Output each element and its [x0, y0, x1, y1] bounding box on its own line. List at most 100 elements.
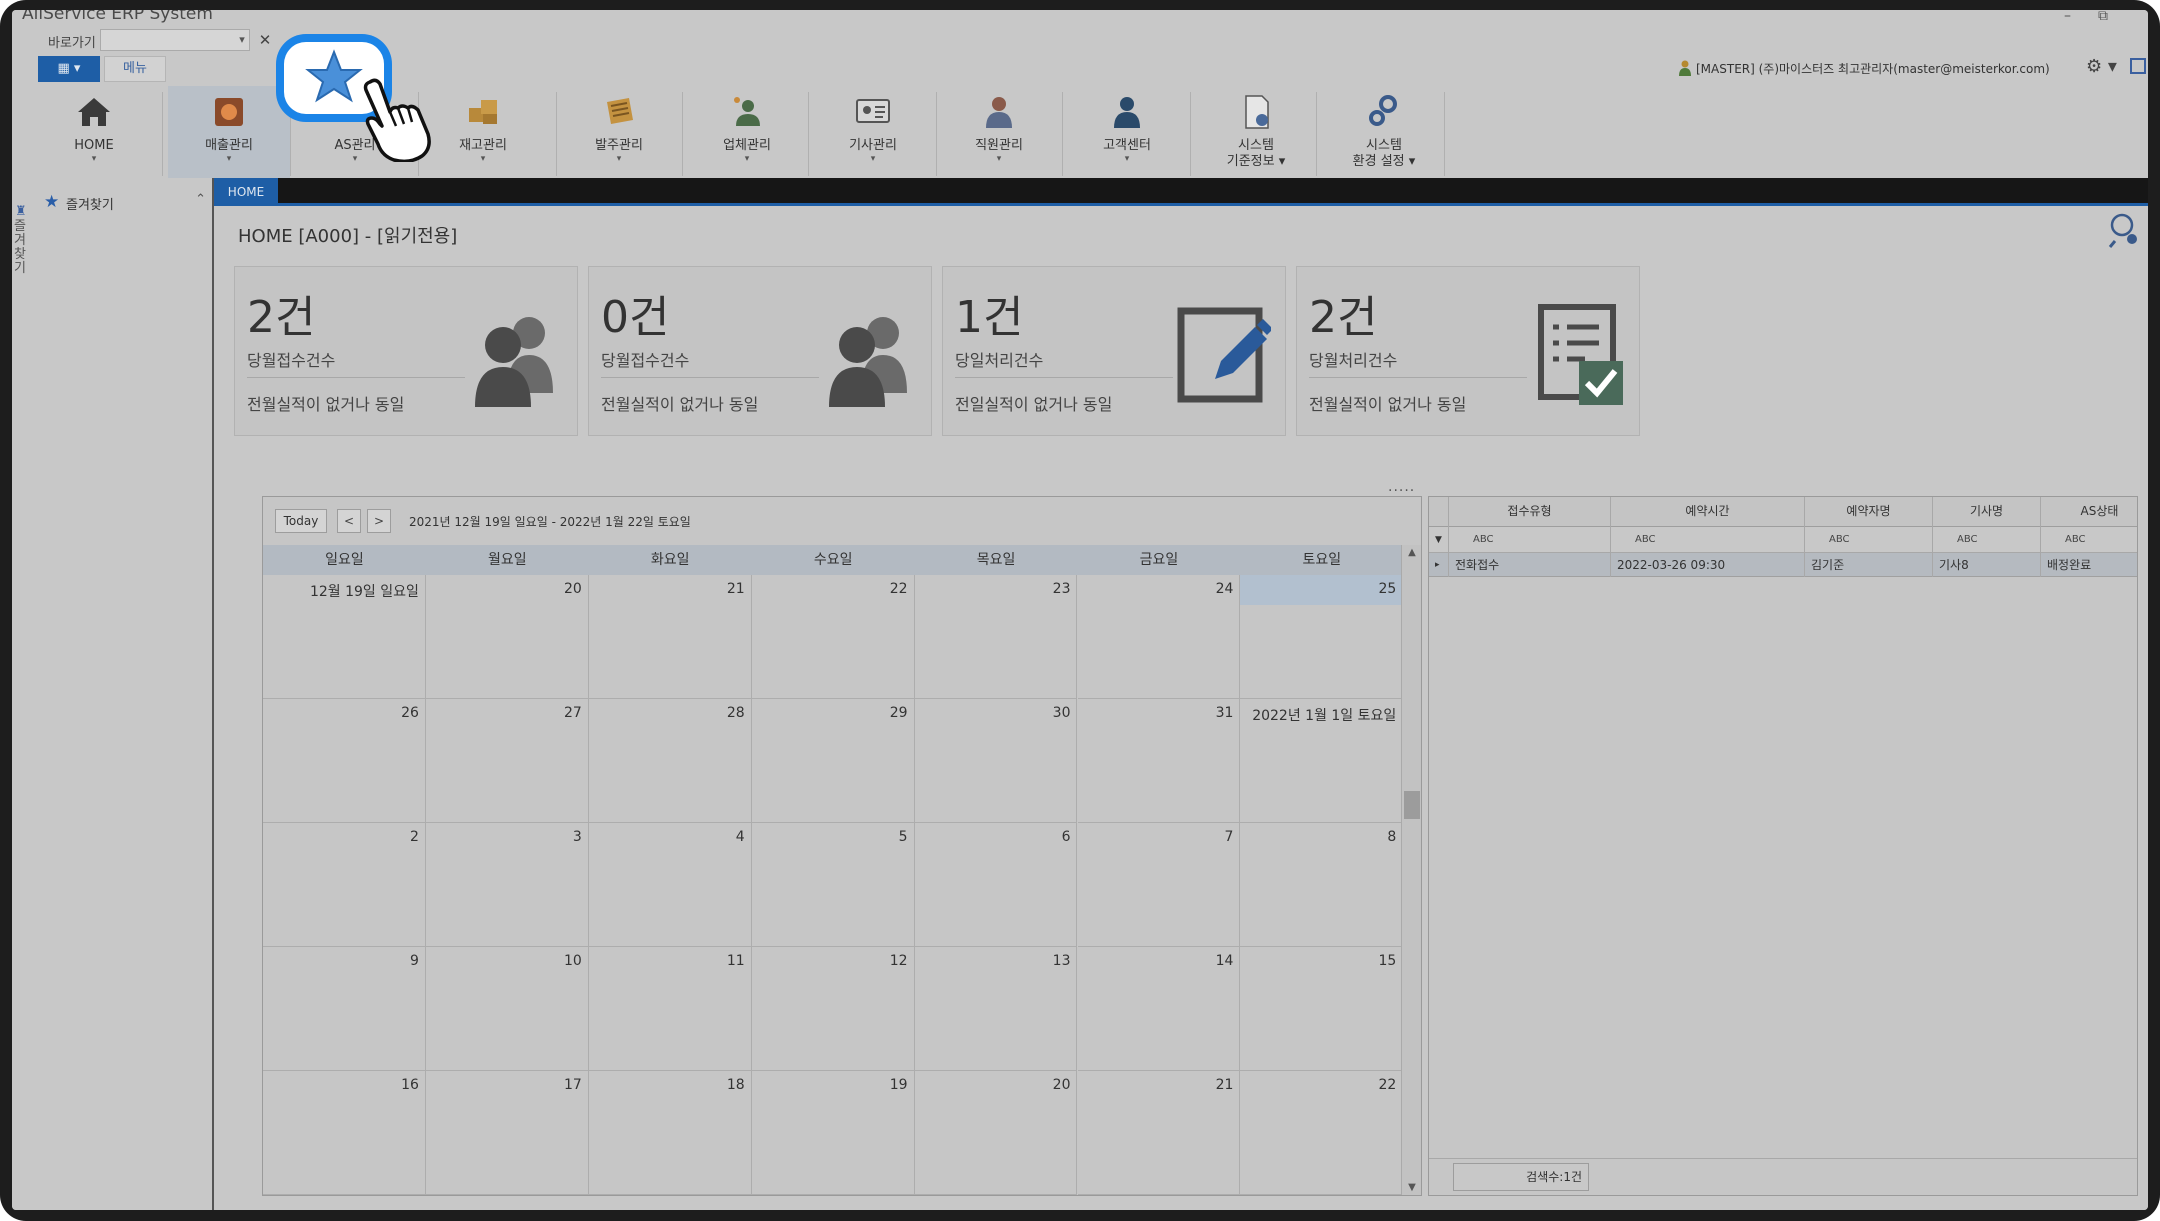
calendar-toolbar: Today < > 2021년 12월 19일 일요일 - 2022년 1월 2…: [263, 497, 1421, 545]
quick-go-dropdown[interactable]: ▾: [234, 30, 250, 50]
calendar-day-cell[interactable]: 13: [914, 947, 1078, 1071]
calendar-day-cell[interactable]: 16: [263, 1071, 426, 1195]
calendar-day-cell[interactable]: 22: [1240, 1071, 1404, 1195]
next-button[interactable]: >: [367, 509, 391, 533]
calendar-day-label: 13: [1052, 953, 1071, 969]
calendar-day-cell[interactable]: 6: [914, 823, 1078, 947]
calendar-day-cell[interactable]: 25: [1240, 575, 1404, 699]
calendar-day-cell[interactable]: 31: [1077, 699, 1241, 823]
ribbon-sales[interactable]: 매출관리 ▾: [178, 86, 280, 178]
grid-filter-cell[interactable]: ABC: [2041, 527, 2148, 553]
calendar-day-label: 3: [572, 829, 582, 845]
menu-grid-button[interactable]: ▦ ▾: [38, 56, 100, 82]
favorites-header[interactable]: ★ 즐겨찾기 ⌃: [44, 192, 212, 214]
calendar-day-cell[interactable]: 11: [588, 947, 752, 1071]
grid-cell: 배정완료: [2041, 553, 2148, 577]
grid-column-header[interactable]: 접수유형: [1449, 497, 1611, 527]
ribbon-system-settings[interactable]: 시스템 환경 설정 ▾: [1330, 86, 1438, 178]
calendar-day-cell[interactable]: 3: [425, 823, 589, 947]
calendar-day-cell[interactable]: 4: [588, 823, 752, 947]
ribbon-technician[interactable]: 기사관리 ▾: [822, 86, 924, 178]
calendar-day-cell[interactable]: 2022년 1월 1일 토요일: [1240, 699, 1404, 823]
stat-subtitle: 전일실적이 없거나 동일: [955, 395, 1113, 414]
scroll-down-icon[interactable]: ▼: [1402, 1182, 1422, 1193]
grid-filter-cell[interactable]: ABC: [1449, 527, 1611, 553]
calendar-day-cell[interactable]: 21: [1077, 1071, 1241, 1195]
favorites-vertical-tab[interactable]: ♜ 즐겨찾기: [12, 192, 32, 1210]
today-button[interactable]: Today: [275, 509, 327, 533]
tab-home[interactable]: HOME: [214, 178, 278, 206]
grid-filter-cell[interactable]: ABC: [1805, 527, 1933, 553]
calendar-day-cell[interactable]: 28: [588, 699, 752, 823]
ribbon-divider: [1062, 92, 1063, 176]
ribbon-home[interactable]: HOME ▾: [48, 86, 140, 178]
calendar-day-cell[interactable]: 27: [425, 699, 589, 823]
grid-column-header[interactable]: 기사명: [1933, 497, 2041, 527]
calendar-day-cell[interactable]: 15: [1240, 947, 1404, 1071]
ribbon-employee[interactable]: 직원관리 ▾: [948, 86, 1050, 178]
quick-go-input[interactable]: [100, 29, 250, 51]
calendar-day-cell[interactable]: 20: [914, 1071, 1078, 1195]
ribbon-company[interactable]: 업체관리 ▾: [696, 86, 798, 178]
ribbon-divider: [936, 92, 937, 176]
home-icon: [78, 98, 110, 126]
ribbon-inventory[interactable]: 재고관리 ▾: [432, 86, 534, 178]
calendar-day-label: 18: [726, 1077, 745, 1093]
calendar-day-cell[interactable]: 8: [1240, 823, 1404, 947]
settings-gear-icon[interactable]: ⚙ ▾: [2086, 56, 2117, 77]
ribbon-system-info[interactable]: 시스템 기준정보 ▾: [1202, 86, 1310, 178]
minimize-button[interactable]: –: [2064, 10, 2071, 24]
calendar-day-cell[interactable]: 7: [1077, 823, 1241, 947]
calendar-day-cell[interactable]: 23: [914, 575, 1078, 699]
grid-filter-cell[interactable]: ABC: [1933, 527, 2041, 553]
calendar-day-cell[interactable]: 12월 19일 일요일: [263, 575, 426, 699]
filter-icon[interactable]: ▼: [1429, 527, 1449, 553]
calendar-day-cell[interactable]: 18: [588, 1071, 752, 1195]
prev-button[interactable]: <: [337, 509, 361, 533]
quick-go-close-button[interactable]: ✕: [256, 29, 274, 51]
calendar-day-cell[interactable]: 24: [1077, 575, 1241, 699]
calendar-day-cell[interactable]: 10: [425, 947, 589, 1071]
calendar-day-cell[interactable]: 9: [263, 947, 426, 1071]
calendar-day-cell[interactable]: 5: [751, 823, 915, 947]
table-row[interactable]: ▸ 전화접수 2022-03-26 09:30 김기준 기사8 배정완료: [1429, 553, 2137, 577]
grid-column-header[interactable]: 예약자명: [1805, 497, 1933, 527]
splitter-handle[interactable]: .....: [1388, 479, 1415, 495]
calendar-day-cell[interactable]: 17: [425, 1071, 589, 1195]
calendar-day-cell[interactable]: 14: [1077, 947, 1241, 1071]
user-avatar-icon: [1679, 60, 1691, 76]
calendar-day-cell[interactable]: 19: [751, 1071, 915, 1195]
calendar-day-cell[interactable]: 22: [751, 575, 915, 699]
row-expander-icon[interactable]: ▸: [1429, 553, 1449, 577]
stat-card: 2건 당월처리건수 전월실적이 없거나 동일: [1296, 266, 1640, 436]
stat-divider: [247, 377, 465, 378]
calendar-scrollbar[interactable]: ▲ ▼: [1401, 545, 1421, 1195]
scroll-thumb[interactable]: [1404, 791, 1420, 819]
ribbon-divider: [1444, 92, 1445, 176]
ribbon-order[interactable]: 발주관리 ▾: [568, 86, 670, 178]
calendar-day-label: 2: [409, 829, 419, 845]
page-title: HOME [A000] - [읽기전용]: [238, 226, 458, 247]
company-icon: [734, 97, 760, 126]
ribbon-technician-label: 기사관리: [849, 138, 897, 153]
calendar-day-cell[interactable]: 30: [914, 699, 1078, 823]
collapse-icon[interactable]: ⌃: [195, 192, 206, 207]
inventory-icon: [469, 100, 497, 124]
grid-column-header[interactable]: 예약시간: [1611, 497, 1805, 527]
tab-menu[interactable]: 메뉴: [104, 56, 166, 82]
search-person-icon[interactable]: [2108, 211, 2142, 251]
grid-column-header[interactable]: AS상태: [2041, 497, 2148, 527]
calendar-day-cell[interactable]: 2: [263, 823, 426, 947]
grid-filter-cell[interactable]: ABC: [1611, 527, 1805, 553]
ribbon-customer-center[interactable]: 고객센터 ▾: [1076, 86, 1178, 178]
calendar-day-cell[interactable]: 26: [263, 699, 426, 823]
calendar-day-label: 11: [726, 953, 745, 969]
restore-button[interactable]: ⧉: [2098, 10, 2108, 24]
grid-filter-row: ▼ ABC ABC ABC ABC ABC: [1429, 527, 2137, 553]
calendar-day-cell[interactable]: 12: [751, 947, 915, 1071]
calendar-day-cell[interactable]: 21: [588, 575, 752, 699]
calendar-day-cell[interactable]: 29: [751, 699, 915, 823]
calendar-day-cell[interactable]: 20: [425, 575, 589, 699]
scroll-up-icon[interactable]: ▲: [1402, 547, 1422, 558]
panel-pin-icon[interactable]: [2130, 58, 2146, 74]
